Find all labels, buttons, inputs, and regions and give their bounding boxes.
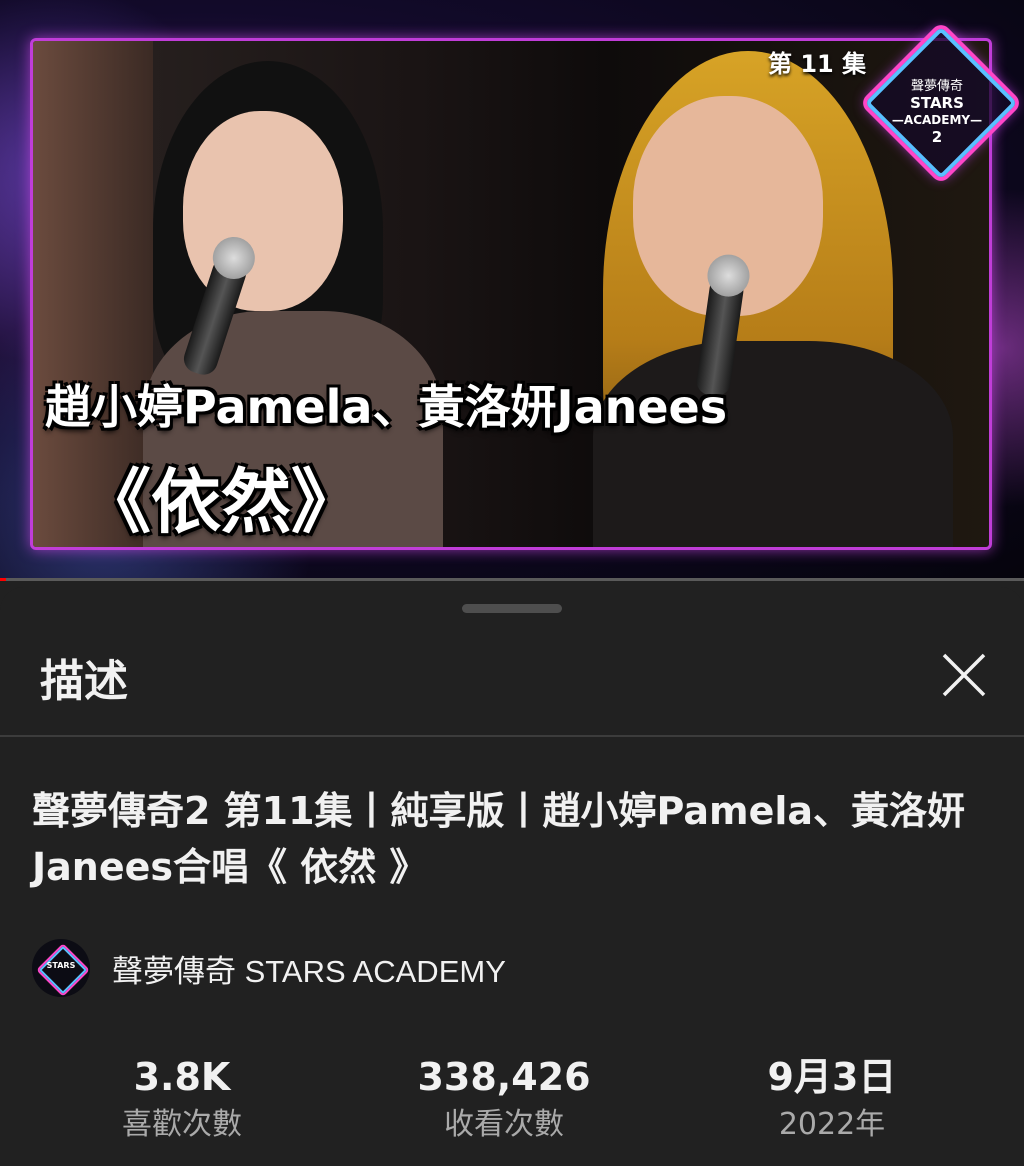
likes-value: 3.8K: [133, 1055, 231, 1099]
views-stat: 338,426 收看次數: [374, 1051, 634, 1147]
logo-line4: 2: [931, 128, 943, 146]
year-label: 2022年: [778, 1107, 886, 1142]
show-logo: 聲夢傳奇 STARS —ACADEMY— 2: [864, 26, 1018, 180]
singer-left-face: [183, 111, 343, 311]
caption-singer-names: 趙小婷Pamela、黃洛妍Janees: [45, 380, 728, 434]
channel-logo-icon: [38, 945, 88, 995]
channel-name[interactable]: 聲夢傳奇 STARS ACADEMY: [112, 946, 506, 991]
logo-line2: STARS: [910, 94, 964, 112]
video-frame: 趙小婷Pamela、黃洛妍Janees 《依然》: [30, 38, 992, 550]
channel-link[interactable]: STARS 聲夢傳奇 STARS ACADEMY: [32, 939, 506, 997]
description-sheet: 描述 聲夢傳奇2 第11集丨純享版丨趙小婷Pamela、黃洛妍Janees合唱《…: [0, 587, 1024, 1166]
close-icon: [942, 653, 986, 697]
episode-badge: 第 11 集: [768, 50, 867, 78]
caption-song-title: 《依然》: [81, 461, 361, 543]
video-progress-fill: [0, 578, 7, 581]
stats-row: 3.8K 喜歡次數 338,426 收看次數 9月3日 2022年: [0, 1051, 1024, 1151]
sheet-title: 描述: [40, 656, 128, 707]
close-button[interactable]: [934, 645, 994, 705]
avatar[interactable]: STARS: [32, 939, 90, 997]
date-value: 9月3日: [767, 1055, 897, 1099]
likes-label: 喜歡次數: [122, 1107, 242, 1142]
views-value: 338,426: [417, 1055, 591, 1099]
video-title: 聲夢傳奇2 第11集丨純享版丨趙小婷Pamela、黃洛妍Janees合唱《 依然…: [32, 789, 966, 889]
date-stat: 9月3日 2022年: [702, 1051, 962, 1147]
video-player[interactable]: 趙小婷Pamela、黃洛妍Janees 《依然》 第 11 集 聲夢傳奇 STA…: [0, 0, 1024, 580]
views-label: 收看次數: [444, 1107, 564, 1142]
avatar-text: STARS: [46, 961, 76, 970]
logo-line3: —ACADEMY—: [891, 113, 983, 127]
drag-handle[interactable]: [462, 604, 562, 613]
video-progress-bar[interactable]: [0, 578, 1024, 581]
likes-stat: 3.8K 喜歡次數: [52, 1051, 312, 1147]
divider: [0, 735, 1024, 737]
logo-line1: 聲夢傳奇: [910, 79, 963, 94]
